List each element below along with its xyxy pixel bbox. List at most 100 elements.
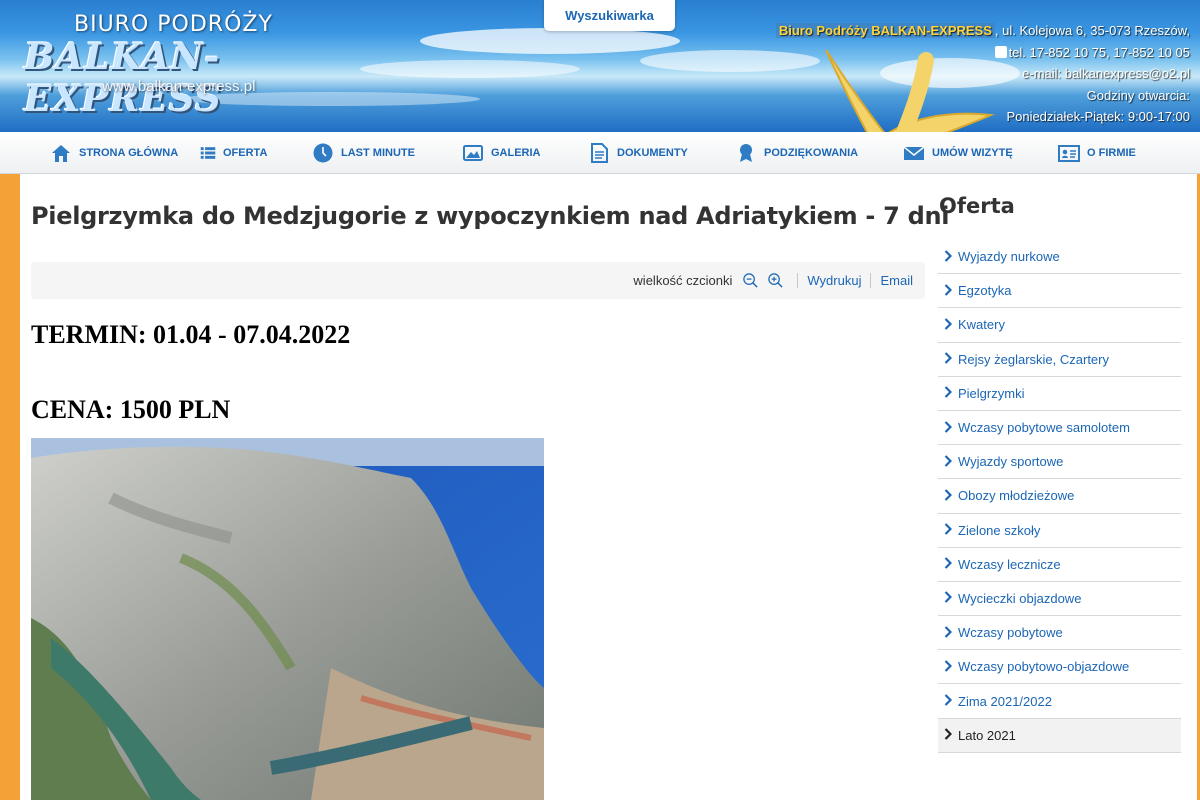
chevron-right-icon — [938, 660, 958, 674]
gallery-icon — [463, 145, 483, 161]
phone-icon — [994, 45, 1007, 58]
sidebar-title: Oferta — [939, 194, 1015, 218]
nav-item-label: UMÓW WIZYTĘ — [932, 147, 1013, 159]
hours-label: Godziny otwarcia: — [1086, 87, 1190, 103]
chevron-right-icon — [938, 728, 958, 742]
opening-hours: Poniedziałek-Piątek: 9:00-17:00 — [1006, 109, 1190, 124]
sidebar-item-label: Zielone szkoły — [958, 522, 1041, 538]
chevron-right-icon — [938, 625, 958, 640]
sidebar-item-label: Wczasy pobytowe — [958, 625, 1063, 641]
chevron-right-icon — [938, 386, 958, 400]
toolbar-divider — [870, 273, 872, 288]
sidebar-item-label: Lato 2021 — [958, 727, 1016, 743]
document-icon — [591, 143, 608, 163]
sidebar-item[interactable]: Wycieczki objazdowe — [938, 582, 1181, 617]
sidebar-item[interactable]: Kwatery — [938, 308, 1181, 343]
nav-item-label: LAST MINUTE — [341, 147, 415, 159]
logo-url-text: www.balkan-express.pl — [102, 78, 256, 95]
sidebar-item-label: Wyjazdy nurkowe — [958, 249, 1060, 265]
trip-photo — [31, 438, 544, 800]
sidebar-item[interactable]: Wczasy lecznicze — [938, 548, 1181, 582]
offer-sidebar: Oferta Wyjazdy nurkowe Egzotyka Kwatery Rej… — [938, 194, 1181, 753]
search-tab[interactable]: Wyszukiwarka — [544, 0, 675, 31]
nav-item-about[interactable]: O FIRMIE — [1058, 132, 1136, 174]
nav-item-label: OFERTA — [223, 147, 268, 159]
content-area: Pielgrzymka do Medzjugorie z wypoczynkie… — [20, 174, 1197, 800]
chevron-right-icon — [938, 557, 958, 571]
header-wave-decoration — [420, 28, 680, 54]
trip-term: TERMIN: 01.04 - 07.04.2022 — [31, 320, 351, 349]
nav-item-home[interactable]: STRONA GŁÓWNA — [50, 132, 178, 174]
clock-icon — [313, 143, 333, 163]
header-wave-decoration — [360, 60, 580, 78]
sidebar-item[interactable]: Wyjazdy nurkowe — [938, 240, 1181, 275]
coastline-photo-illustration — [31, 438, 544, 800]
chevron-right-icon — [938, 420, 958, 435]
nav-item-label: O FIRMIE — [1087, 147, 1136, 159]
sidebar-item[interactable]: Zielone szkoły — [938, 514, 1181, 548]
chevron-right-icon — [938, 694, 958, 708]
company-address: , ul. Kolejowa 6, 35-073 Rzeszów, — [994, 23, 1190, 38]
nav-item-offer[interactable]: OFERTA — [200, 132, 267, 174]
contact-info: Biuro Podróży BALKAN-EXPRESS, ul. Kolejo… — [775, 20, 1190, 128]
sidebar-item-label: Wczasy pobytowo-objazdowe — [958, 659, 1130, 675]
site-header: BIURO PODRÓŻY BALKAN-EXPRESS www.balkan-… — [0, 0, 1200, 132]
award-icon — [740, 144, 752, 162]
sidebar-item-label: Wyjazdy sportowe — [958, 454, 1064, 470]
sidebar-item[interactable]: Wczasy pobytowo-objazdowe — [938, 650, 1181, 685]
sidebar-item[interactable]: Obozy młodzieżowe — [938, 479, 1181, 514]
main-navigation: STRONA GŁÓWNA OFERTA LAST MINUTE GALERIA… — [0, 132, 1200, 174]
sidebar-item-label: Kwatery — [958, 317, 1005, 333]
chevron-right-icon — [938, 249, 958, 264]
phone-numbers: tel. 17-852 10 75, 17-852 10 05 — [1008, 44, 1190, 60]
chevron-right-icon — [938, 489, 958, 503]
sidebar-item-label: Wczasy lecznicze — [958, 556, 1061, 572]
sidebar-item-label: Wycieczki objazdowe — [958, 590, 1082, 606]
envelope-icon — [903, 146, 925, 160]
list-icon — [200, 147, 216, 159]
font-size-controls — [738, 272, 788, 289]
sidebar-item-label: Zima 2021/2022 — [958, 693, 1052, 709]
nav-item-thanks[interactable]: PODZIĘKOWANIA — [735, 132, 858, 174]
zoom-out-icon[interactable] — [742, 272, 759, 289]
nav-item-gallery[interactable]: GALERIA — [462, 132, 541, 174]
sidebar-item[interactable]: Wczasy pobytowe — [938, 616, 1181, 651]
article-toolbar: wielkość czcionki Wydrukuj Email — [31, 262, 925, 299]
sidebar-item-label: Wczasy pobytowe samolotem — [958, 420, 1130, 436]
nav-item-documents[interactable]: DOKUMENTY — [588, 132, 688, 174]
nav-item-label: GALERIA — [491, 147, 541, 159]
sidebar-item[interactable]: Wczasy pobytowe samolotem — [938, 411, 1181, 446]
sidebar-item[interactable]: Pielgrzymki — [938, 377, 1181, 411]
site-logo[interactable]: BIURO PODRÓŻY BALKAN-EXPRESS www.balkan-… — [18, 10, 348, 120]
chevron-right-icon — [938, 591, 958, 605]
sidebar-item[interactable]: Rejsy żeglarskie, Czartery — [938, 343, 1181, 377]
sidebar-item[interactable]: Zima 2021/2022 — [938, 684, 1181, 719]
home-icon — [52, 145, 70, 162]
sidebar-item[interactable]: Wyjazdy sportowe — [938, 445, 1181, 480]
print-link[interactable]: Wydrukuj — [807, 273, 861, 288]
chevron-right-icon — [938, 352, 958, 366]
nav-item-label: PODZIĘKOWANIA — [764, 147, 859, 159]
font-size-label: wielkość czcionki — [633, 273, 733, 288]
chevron-right-icon — [938, 284, 958, 298]
sidebar-item[interactable]: Lato 2021 — [938, 718, 1181, 753]
zoom-in-icon[interactable] — [767, 272, 784, 289]
nav-item-appointment[interactable]: UMÓW WIZYTĘ — [903, 132, 1013, 174]
trip-price: CENA: 1500 PLN — [31, 395, 231, 424]
email-link[interactable]: Email — [880, 273, 913, 288]
sidebar-item-label: Obozy młodzieżowe — [958, 488, 1075, 504]
nav-item-last-minute[interactable]: LAST MINUTE — [312, 132, 415, 174]
company-name: Biuro Podróży BALKAN-EXPRESS — [775, 23, 995, 38]
logo-top-text: BIURO PODRÓŻY — [74, 12, 273, 37]
nav-item-label: STRONA GŁÓWNA — [79, 147, 179, 159]
email-address[interactable]: e-mail: balkanexpress@o2.pl — [776, 63, 1190, 85]
chevron-right-icon — [938, 523, 958, 537]
sidebar-item-label: Pielgrzymki — [958, 385, 1025, 401]
nav-item-label: DOKUMENTY — [617, 147, 688, 159]
sidebar-item-label: Rejsy żeglarskie, Czartery — [958, 351, 1109, 367]
sidebar-list: Wyjazdy nurkowe Egzotyka Kwatery Rejsy żegl… — [938, 240, 1181, 753]
chevron-right-icon — [938, 454, 958, 469]
sidebar-item-label: Egzotyka — [958, 283, 1012, 299]
sidebar-item[interactable]: Egzotyka — [938, 274, 1181, 309]
page-title: Pielgrzymka do Medzjugorie z wypoczynkie… — [31, 202, 950, 230]
